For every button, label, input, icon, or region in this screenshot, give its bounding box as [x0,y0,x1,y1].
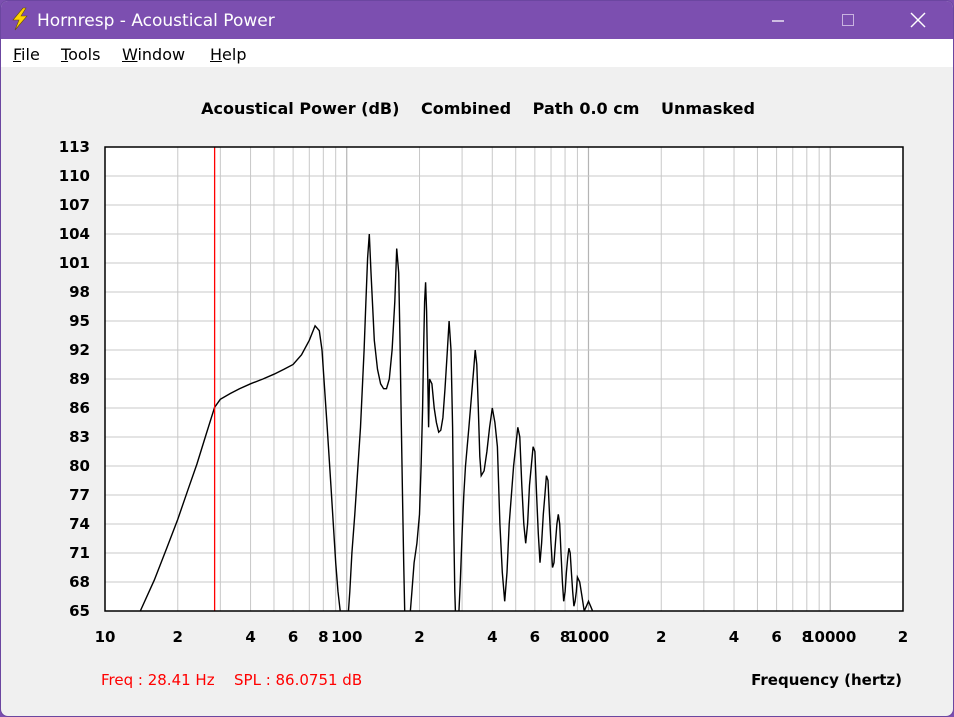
x-tick-label: 2 [414,628,424,646]
x-tick-label: 4 [487,628,497,646]
y-tick-label: 110 [59,167,90,185]
freq-readout: Freq : 28.41 Hz [101,671,215,689]
y-tick-label: 113 [59,138,90,156]
y-tick-label: 77 [69,486,90,504]
y-tick-label: 98 [69,283,90,301]
x-tick-label: 6 [530,628,540,646]
y-tick-label: 95 [69,312,90,330]
x-tick-label: 10 [95,628,116,646]
y-tick-label: 92 [69,341,90,359]
x-tick-label: 6 [288,628,298,646]
x-tick-label: 2 [656,628,666,646]
y-tick-label: 65 [69,602,90,620]
x-tick-label: 4 [245,628,255,646]
y-tick-label: 80 [69,457,90,475]
x-tick-label: 2 [173,628,183,646]
spl-readout: SPL : 86.0751 dB [234,671,363,689]
x-tick-label: 100 [331,628,362,646]
y-tick-label: 89 [69,370,90,388]
x-tick-label: 1000 [568,628,610,646]
y-tick-label: 74 [69,515,90,533]
y-tick-label: 107 [59,196,90,214]
y-tick-label: 71 [69,544,90,562]
y-tick-label: 86 [69,399,90,417]
app-window: Hornresp - Acoustical Power File Tools W… [0,0,954,717]
y-tick-label: 68 [69,573,90,591]
x-tick-label: 10000 [804,628,856,646]
x-tick-label: 4 [729,628,739,646]
frequency-response-chart[interactable]: 1131101071041019895928986838077747168651… [1,1,954,717]
y-tick-label: 104 [59,225,90,243]
x-axis-label: Frequency (hertz) [751,671,902,689]
x-tick-label: 6 [771,628,781,646]
y-tick-label: 83 [69,428,90,446]
x-tick-label: 8 [318,628,328,646]
y-tick-label: 101 [59,254,90,272]
x-tick-label: 2 [898,628,908,646]
